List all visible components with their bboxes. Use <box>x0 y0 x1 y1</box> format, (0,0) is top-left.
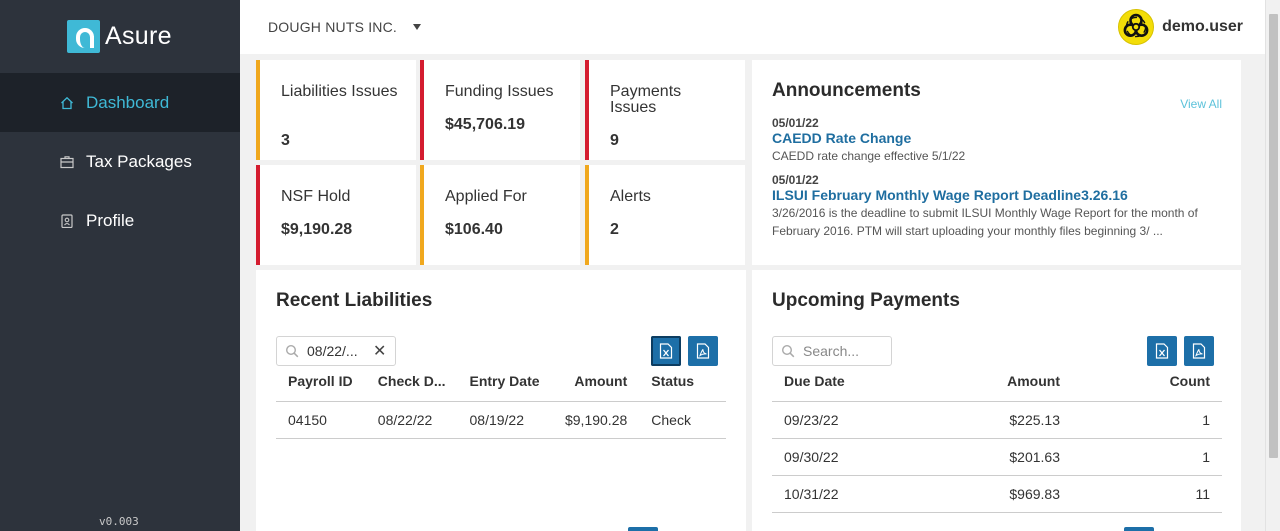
stat-value: 2 <box>610 221 619 238</box>
announcement-link[interactable]: CAEDD Rate Change <box>772 130 911 146</box>
pagination-button[interactable] <box>628 527 658 531</box>
top-bar: DOUGH NUTS INC. demo.user <box>240 0 1265 54</box>
table-row[interactable]: 09/30/22 $201.63 1 <box>772 438 1222 476</box>
excel-file-icon <box>659 343 673 359</box>
sidebar-nav: Dashboard Tax Packages Profile <box>0 73 240 250</box>
stat-title: NSF Hold <box>281 188 351 205</box>
stat-card-liabilities-issues[interactable]: Liabilities Issues 3 <box>256 60 416 160</box>
column-header[interactable]: Amount <box>551 361 640 402</box>
upcoming-payments-panel: Upcoming Payments Due Date Amount Count … <box>752 270 1241 531</box>
view-all-link[interactable]: View All <box>1180 97 1222 111</box>
stat-value: $9,190.28 <box>281 221 353 238</box>
brand-name: Asure <box>105 22 172 50</box>
column-header[interactable]: Check D... <box>365 361 458 402</box>
table-header-row: Payroll ID Check D... Entry Date Amount … <box>276 361 726 402</box>
column-header[interactable]: Entry Date <box>457 361 552 402</box>
table-cell: $969.83 <box>922 475 1072 513</box>
announcements-title: Announcements <box>772 80 921 101</box>
stat-card-payments-issues[interactable]: Payments Issues 9 <box>585 60 745 160</box>
table-cell: 08/19/22 <box>457 401 552 439</box>
scrollbar-thumb[interactable] <box>1269 14 1278 458</box>
user-menu[interactable]: demo.user <box>1118 9 1243 45</box>
column-header[interactable]: Payroll ID <box>276 361 366 402</box>
recent-liabilities-title: Recent Liabilities <box>276 290 433 311</box>
table-cell: 1 <box>1072 401 1222 439</box>
excel-file-icon <box>1155 343 1169 359</box>
table-row[interactable]: 09/23/22 $225.13 1 <box>772 401 1222 439</box>
sidebar-item-label: Dashboard <box>86 92 170 112</box>
payments-table: Due Date Amount Count 09/23/22 $225.13 1… <box>772 361 1222 513</box>
page-scrollbar[interactable] <box>1265 0 1280 531</box>
username: demo.user <box>1162 18 1243 35</box>
briefcase-icon <box>60 155 74 169</box>
stat-card-funding-issues[interactable]: Funding Issues $45,706.19 <box>420 60 580 160</box>
table-cell: 1 <box>1072 438 1222 476</box>
stat-card-applied-for[interactable]: Applied For $106.40 <box>420 165 580 265</box>
table-cell: 09/30/22 <box>772 438 922 476</box>
column-header[interactable]: Count <box>1072 361 1222 402</box>
liabilities-table: Payroll ID Check D... Entry Date Amount … <box>276 361 726 439</box>
table-cell: 11 <box>1072 475 1222 513</box>
stat-card-alerts[interactable]: Alerts 2 <box>585 165 745 265</box>
search-icon <box>781 344 795 358</box>
caret-down-icon <box>413 24 421 30</box>
announcements-panel: Announcements View All 05/01/22 CAEDD Ra… <box>752 60 1241 265</box>
search-icon <box>285 344 299 358</box>
table-row[interactable]: 04150 08/22/22 08/19/22 $9,190.28 Check <box>276 401 726 439</box>
sidebar-item-dashboard[interactable]: Dashboard <box>0 73 240 132</box>
stat-value: $45,706.19 <box>445 116 526 133</box>
sidebar-item-label: Tax Packages <box>86 151 192 171</box>
table-cell: $201.63 <box>922 438 1072 476</box>
stat-title: Applied For <box>445 188 527 205</box>
recent-liabilities-panel: Recent Liabilities ✕ Payroll ID Check D.… <box>256 270 746 531</box>
stat-value: $106.40 <box>445 221 503 238</box>
stat-value: 9 <box>610 132 619 149</box>
app-version: v0.003 <box>99 515 139 528</box>
home-icon <box>60 96 74 110</box>
table-cell: $225.13 <box>922 401 1072 439</box>
company-selector[interactable]: DOUGH NUTS INC. <box>268 19 421 35</box>
sidebar-item-label: Profile <box>86 210 135 230</box>
stat-title: Payments Issues <box>610 83 682 116</box>
column-header[interactable]: Status <box>639 361 726 402</box>
liabilities-search-input[interactable] <box>307 343 369 359</box>
company-name: DOUGH NUTS INC. <box>268 19 397 35</box>
avatar <box>1118 9 1155 45</box>
table-header-row: Due Date Amount Count <box>772 361 1222 402</box>
stat-title: Alerts <box>610 188 651 205</box>
announcement-date: 05/01/22 <box>772 173 819 187</box>
sidebar-item-tax-packages[interactable]: Tax Packages <box>0 132 240 191</box>
biohazard-icon <box>1123 13 1149 38</box>
table-cell: 04150 <box>276 401 366 439</box>
id-badge-icon <box>60 213 74 228</box>
column-header[interactable]: Amount <box>922 361 1072 402</box>
stat-card-nsf-hold[interactable]: NSF Hold $9,190.28 <box>256 165 416 265</box>
table-cell: $9,190.28 <box>551 401 640 439</box>
stat-title: Liabilities Issues <box>281 83 398 100</box>
table-cell: 10/31/22 <box>772 475 922 513</box>
table-cell: Check <box>639 401 726 439</box>
pdf-file-icon <box>696 343 710 359</box>
column-header[interactable]: Due Date <box>772 361 922 402</box>
pdf-file-icon <box>1192 343 1206 359</box>
stat-title: Funding Issues <box>445 83 554 100</box>
clear-search-icon[interactable]: ✕ <box>373 341 386 361</box>
asure-logo-icon <box>67 20 100 53</box>
upcoming-payments-title: Upcoming Payments <box>772 290 960 311</box>
table-cell: 09/23/22 <box>772 401 922 439</box>
table-row[interactable]: 10/31/22 $969.83 11 <box>772 475 1222 513</box>
announcement-date: 05/01/22 <box>772 116 819 130</box>
pagination-button[interactable] <box>1124 527 1154 531</box>
announcement-body: CAEDD rate change effective 5/1/22 <box>772 149 966 163</box>
sidebar: Asure Dashboard Tax Packages Profile v0.… <box>0 0 240 531</box>
asure-logo[interactable]: Asure <box>67 20 172 53</box>
stat-value: 3 <box>281 132 290 149</box>
table-cell: 08/22/22 <box>365 401 458 439</box>
payments-search-input[interactable] <box>803 343 889 359</box>
announcement-body: 3/26/2016 is the deadline to submit ILSU… <box>772 206 1198 238</box>
announcement-link[interactable]: ILSUI February Monthly Wage Report Deadl… <box>772 187 1128 203</box>
sidebar-item-profile[interactable]: Profile <box>0 191 240 250</box>
